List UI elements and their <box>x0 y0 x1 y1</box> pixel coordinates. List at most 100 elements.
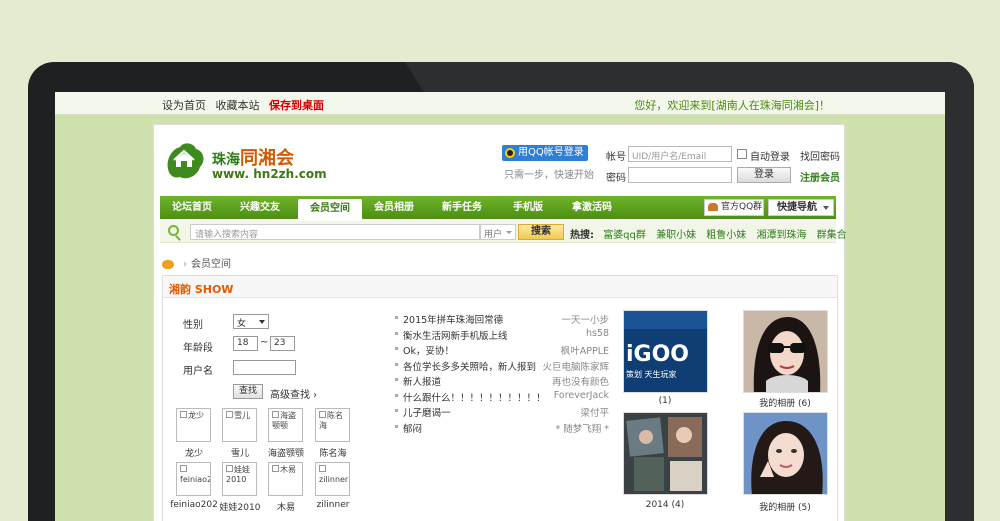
member-name[interactable]: 陈名海 <box>308 446 358 459</box>
hot-search-item[interactable]: 湘潭到珠海 <box>756 230 806 241</box>
member-name[interactable]: 雪儿 <box>215 446 265 459</box>
post-author[interactable]: * 随梦飞翔 * <box>555 421 609 435</box>
qq-login-button[interactable]: 用QQ帐号登录 <box>502 145 588 161</box>
panel-title: 湘韵 SHOW <box>163 276 837 298</box>
igoo-cover-tagline: 策划 天生玩家 <box>626 369 677 379</box>
post-author[interactable]: 一天一小步 <box>561 312 609 326</box>
post-author[interactable]: 再也没有颜色 <box>552 374 609 388</box>
login-button[interactable]: 登录 <box>737 167 791 183</box>
album-caption[interactable]: (1) <box>615 396 715 406</box>
site-logo[interactable]: 珠海同湘会 www. hn2zh.com <box>164 137 344 187</box>
quick-nav-dropdown[interactable]: 快捷导航 <box>768 199 834 216</box>
member-name[interactable]: 木易 <box>261 500 311 513</box>
search-input[interactable]: 请输入搜索内容 <box>190 224 480 240</box>
member-name[interactable]: zilinner <box>308 500 358 510</box>
post-author[interactable]: 火巨电脑陈家辉 <box>542 359 609 373</box>
album-cover-selfie-sunglasses[interactable] <box>743 310 828 393</box>
bookmark-link[interactable]: 收藏本站 <box>216 99 260 112</box>
post-title[interactable]: 郁闷 <box>403 421 422 435</box>
post-title[interactable]: 新人报道 <box>403 374 441 388</box>
post-author[interactable]: 梁付平 <box>580 405 609 419</box>
qq-group-button[interactable]: 官方QQ群 <box>704 199 764 216</box>
logo-name-a: 珠海 <box>212 152 240 168</box>
member-avatar[interactable]: 龙少 <box>176 408 211 442</box>
member-avatar[interactable]: 娃娃2010 <box>222 462 257 496</box>
bullet <box>395 409 398 412</box>
list-item[interactable]: 衡水生活网新手机版上线 hs58 <box>395 327 609 343</box>
search-button[interactable]: 搜索 <box>518 224 564 240</box>
search-type-select[interactable]: 用户 <box>480 224 516 240</box>
breadcrumb-separator: › <box>183 259 187 270</box>
member-avatar[interactable]: 木易 <box>268 462 303 496</box>
find-password-link[interactable]: 找回密码 <box>800 148 840 163</box>
member-avatar[interactable]: 陈名海 <box>315 408 350 442</box>
album-cover-2014[interactable] <box>623 412 708 495</box>
auto-login-checkbox[interactable] <box>737 149 747 159</box>
member-avatar[interactable]: 雪儿 <box>222 408 257 442</box>
member-name[interactable]: 海盗颚颚 <box>261 446 311 459</box>
album-caption[interactable]: 我的相册 (5) <box>735 500 835 513</box>
nav-interest-friends[interactable]: 兴趣交友 <box>228 196 292 219</box>
member-avatar[interactable]: feiniao20 <box>176 462 211 496</box>
show-panel: 湘韵 SHOW 性别 女 年龄段 18 ~ 23 用户名 查找 高级查找 › 龙… <box>162 275 838 521</box>
nav-member-album[interactable]: 会员相册 <box>362 196 426 219</box>
post-title[interactable]: 衡水生活网新手机版上线 <box>403 328 508 342</box>
nav-mobile[interactable]: 手机版 <box>496 196 560 219</box>
set-homepage-link[interactable]: 设为首页 <box>162 99 206 112</box>
list-item[interactable]: 各位学长多多关照哈，新人报到 火巨电脑陈家辉 <box>395 358 609 374</box>
qq-penguin-icon <box>505 148 515 158</box>
post-title[interactable]: 2015年拼车珠海回常德 <box>403 312 503 326</box>
broken-image-icon <box>319 465 326 472</box>
member-avatar[interactable]: zilinner <box>315 462 350 496</box>
username-input[interactable] <box>233 360 296 375</box>
qq-group-label: 官方QQ群 <box>721 202 763 212</box>
hot-search-item[interactable]: 兼职小妹 <box>656 230 696 241</box>
bullet <box>395 362 398 366</box>
hot-search-item[interactable]: 群集合 <box>817 230 847 241</box>
latest-posts-list: 2015年拼车珠海回常德 一天一小步 衡水生活网新手机版上线 hs58 Ok，妥协！… <box>395 311 609 435</box>
post-author[interactable]: ForeverJack <box>554 390 609 401</box>
list-item[interactable]: 郁闷 * 随梦飞翔 * <box>395 420 609 436</box>
search-icon <box>168 225 179 236</box>
member-name[interactable]: 娃娃2010 <box>215 500 265 513</box>
hot-search-item[interactable]: 粗鲁小妹 <box>706 230 746 241</box>
home-bubble-icon[interactable] <box>162 259 174 269</box>
password-input[interactable] <box>628 167 732 183</box>
hot-search-item[interactable]: 富婆qq群 <box>603 230 646 241</box>
nav-member-space[interactable]: 会员空间 <box>298 199 362 219</box>
post-author[interactable]: hs58 <box>586 328 609 339</box>
post-title[interactable]: 各位学长多多关照哈，新人报到 <box>403 359 536 373</box>
post-title[interactable]: Ok，妥协！ <box>403 343 454 357</box>
gender-select[interactable]: 女 <box>233 314 269 329</box>
save-to-desktop-link[interactable]: 保存到桌面 <box>269 99 324 112</box>
album-cover-selfie[interactable] <box>743 412 828 495</box>
nav-newbie-tasks[interactable]: 新手任务 <box>430 196 494 219</box>
post-author[interactable]: 枫叶APPLE <box>561 343 609 357</box>
username-label: 用户名 <box>183 366 213 377</box>
post-title[interactable]: 儿子磨谒一 <box>403 405 451 419</box>
list-item[interactable]: 儿子磨谒一 梁付平 <box>395 404 609 420</box>
age-to-input[interactable]: 23 <box>270 336 295 351</box>
nav-activation-code[interactable]: 拿激活码 <box>560 196 624 219</box>
album-caption[interactable]: 2014 (4) <box>615 500 715 510</box>
hot-searches-label: 热搜: <box>570 230 594 241</box>
account-input[interactable]: UID/用户名/Email <box>628 146 732 162</box>
album-cover-igoo[interactable]: iGOO 策划 天生玩家 <box>623 310 708 393</box>
advanced-search-link[interactable]: 高级查找 › <box>270 386 317 401</box>
list-item[interactable]: 2015年拼车珠海回常德 一天一小步 <box>395 311 609 327</box>
list-item[interactable]: Ok，妥协！ 枫叶APPLE <box>395 342 609 358</box>
list-item[interactable]: 新人报道 再也没有颜色 <box>395 373 609 389</box>
broken-image-icon <box>180 465 187 472</box>
breadcrumb: › 会员空间 <box>162 255 231 270</box>
member-name[interactable]: feiniao202 <box>169 500 219 510</box>
member-avatar[interactable]: 海盗颚颚 <box>268 408 303 442</box>
find-button[interactable]: 查找 <box>233 384 263 399</box>
post-title[interactable]: 什么跟什么！！！！！！！！！！ <box>403 390 546 404</box>
member-name[interactable]: 龙少 <box>169 446 219 459</box>
age-separator: ~ <box>260 337 269 348</box>
album-caption[interactable]: 我的相册 (6) <box>735 396 835 409</box>
list-item[interactable]: 什么跟什么！！！！！！！！！！ ForeverJack <box>395 389 609 405</box>
nav-forum-home[interactable]: 论坛首页 <box>160 196 224 219</box>
age-from-input[interactable]: 18 <box>233 336 258 351</box>
register-link[interactable]: 注册会员 <box>800 169 840 184</box>
